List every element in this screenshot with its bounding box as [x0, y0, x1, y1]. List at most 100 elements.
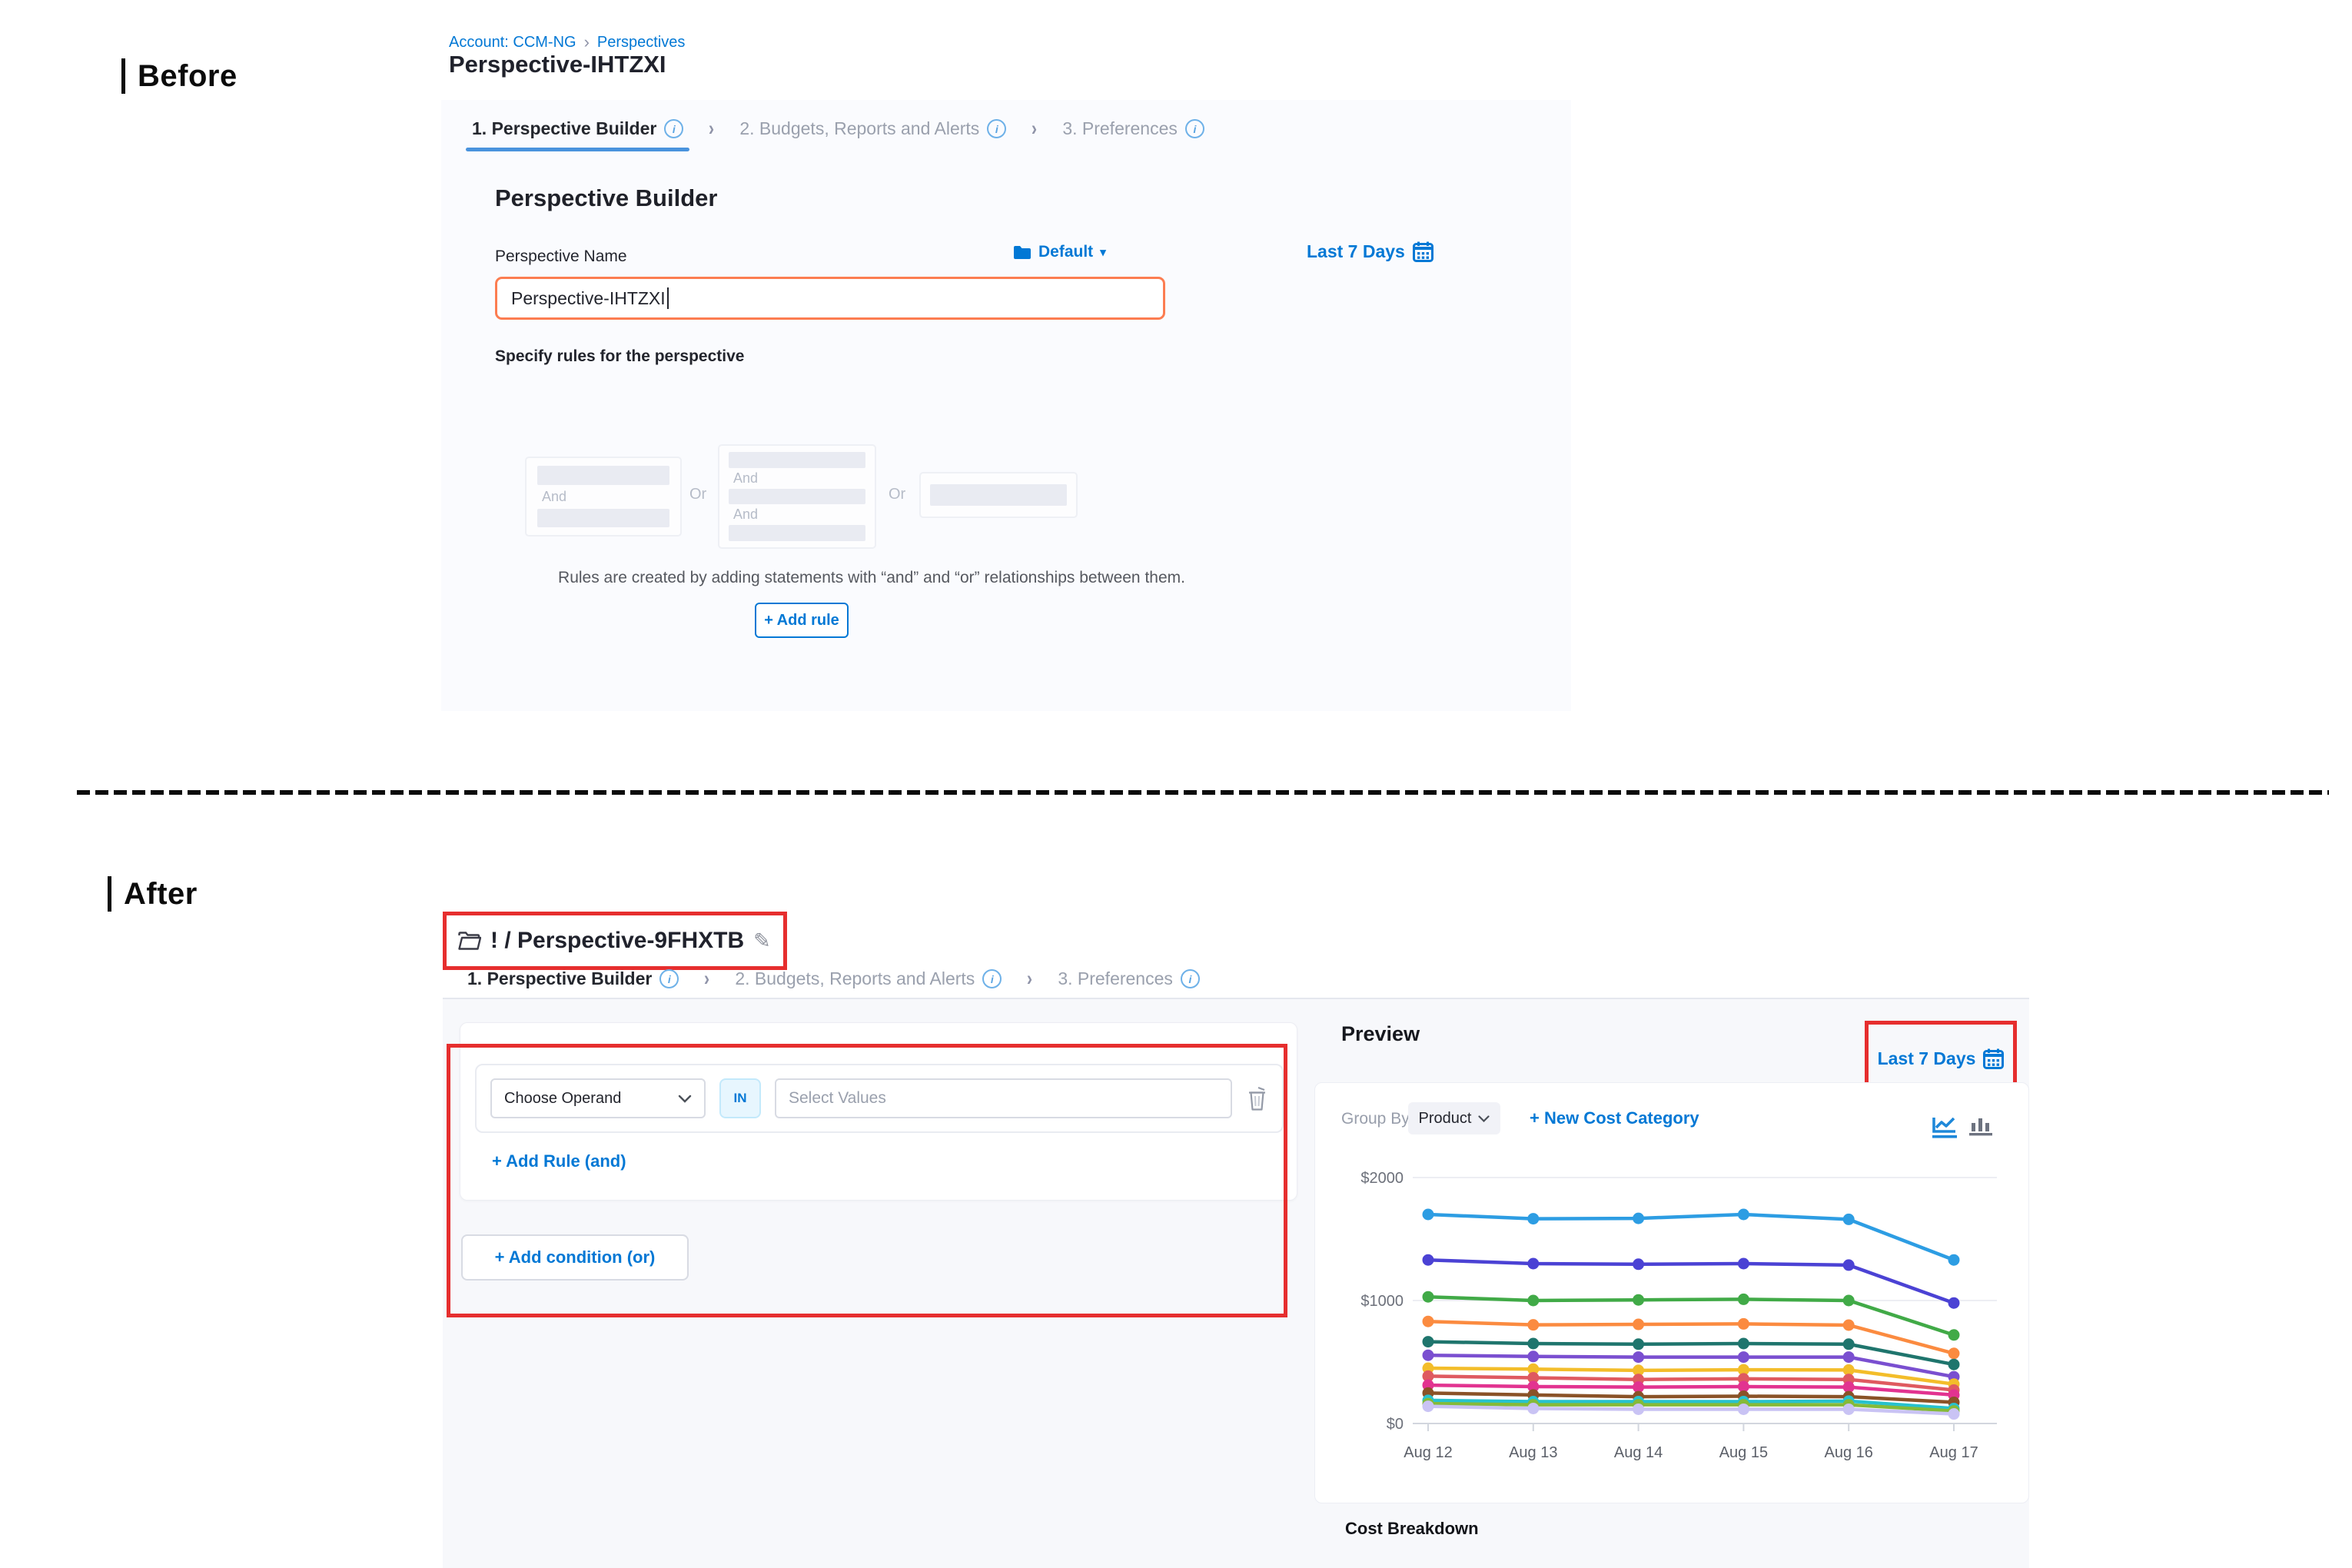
- folder-select[interactable]: Default ▾: [1013, 243, 1106, 261]
- or-label: Or: [889, 486, 905, 503]
- group-by-select[interactable]: Product: [1408, 1102, 1500, 1134]
- and-label: And: [729, 507, 865, 523]
- svg-text:$0: $0: [1387, 1416, 1404, 1433]
- calendar-icon: [1413, 241, 1433, 262]
- tab-label: 1. Perspective Builder: [472, 118, 656, 139]
- after-page-title: ! / Perspective-9FHXTB: [490, 928, 744, 954]
- date-range-value: Last 7 Days: [1878, 1048, 1976, 1069]
- add-rule-and-link[interactable]: + Add Rule (and): [492, 1151, 626, 1171]
- tab-label: 2. Budgets, Reports and Alerts: [735, 968, 975, 989]
- tab-budgets-reports-alerts[interactable]: 2. Budgets, Reports and Alerts i: [735, 968, 1002, 989]
- group-by-label: Group By: [1341, 1110, 1410, 1128]
- operand-select-value: Choose Operand: [504, 1090, 621, 1108]
- tab-label: 3. Preferences: [1058, 968, 1173, 989]
- specify-rules-label: Specify rules for the perspective: [495, 347, 744, 366]
- before-label-text: Before: [138, 59, 238, 94]
- before-after-divider: [77, 790, 2329, 795]
- add-condition-or-button[interactable]: + Add condition (or): [461, 1234, 689, 1281]
- new-cost-category-link[interactable]: + New Cost Category: [1530, 1108, 1699, 1128]
- preview-heading: Preview: [1341, 1022, 1420, 1046]
- svg-text:$2000: $2000: [1360, 1170, 1404, 1187]
- tab-budgets-reports-alerts[interactable]: 2. Budgets, Reports and Alerts i: [739, 118, 1006, 139]
- skeleton-bar: [537, 466, 669, 485]
- date-range-picker[interactable]: Last 7 Days: [1878, 1048, 2005, 1069]
- or-label: Or: [689, 486, 706, 503]
- skeleton-bar: [537, 509, 669, 528]
- after-section-label: After: [108, 876, 198, 912]
- skeleton-bar: [930, 484, 1067, 506]
- tab-label: 2. Budgets, Reports and Alerts: [739, 118, 979, 139]
- folder-icon: [1013, 245, 1031, 260]
- skeleton-bar: [729, 452, 865, 468]
- group-by-value: Product: [1419, 1110, 1472, 1128]
- folder-select-value: Default: [1038, 243, 1093, 261]
- breadcrumb-chevron-icon: ›: [584, 32, 590, 52]
- calendar-icon: [1983, 1048, 2004, 1069]
- perspective-name-input[interactable]: Perspective-IHTZXI: [495, 277, 1165, 320]
- bar-chart-icon: [1968, 1115, 1994, 1139]
- breadcrumb-perspectives-link[interactable]: Perspectives: [597, 34, 686, 51]
- rule-row: Choose Operand IN: [475, 1064, 1284, 1133]
- text-cursor: [667, 287, 669, 309]
- delete-rule-button[interactable]: [1246, 1086, 1268, 1111]
- after-title-annotation-box: ! / Perspective-9FHXTB ✎: [443, 912, 787, 970]
- rules-skeleton-box: And And: [718, 444, 876, 549]
- tab-label: 1. Perspective Builder: [467, 968, 652, 989]
- info-icon: i: [982, 969, 1002, 988]
- tab-perspective-builder[interactable]: 1. Perspective Builder i: [467, 968, 679, 989]
- preview-line-chart: $0$1000$2000Aug 12Aug 13Aug 14Aug 15Aug …: [1330, 1151, 2006, 1474]
- after-label-text: After: [124, 877, 198, 912]
- breadcrumb: Account: CCM-NG › Perspectives: [449, 32, 685, 52]
- after-tab-bar: 1. Perspective Builder i › 2. Budgets, R…: [467, 967, 1200, 991]
- skeleton-bar: [729, 489, 865, 505]
- tab-preferences[interactable]: 3. Preferences i: [1062, 118, 1204, 139]
- tab-label: 3. Preferences: [1062, 118, 1178, 139]
- svg-text:Aug 16: Aug 16: [1825, 1444, 1873, 1461]
- and-label: And: [729, 470, 865, 487]
- line-chart-toggle[interactable]: [1931, 1115, 1958, 1143]
- tab-preferences[interactable]: 3. Preferences i: [1058, 968, 1200, 989]
- and-label: And: [537, 489, 669, 505]
- svg-text:Aug 13: Aug 13: [1509, 1444, 1557, 1461]
- svg-text:$1000: $1000: [1360, 1293, 1404, 1310]
- trash-icon: [1246, 1086, 1268, 1111]
- svg-text:Aug 14: Aug 14: [1614, 1444, 1663, 1461]
- rules-skeleton-box: [919, 472, 1078, 518]
- cost-breakdown-heading: Cost Breakdown: [1345, 1519, 1479, 1539]
- chevron-down-icon: ▾: [1100, 245, 1106, 259]
- perspective-name-label: Perspective Name: [495, 247, 627, 266]
- rules-skeleton-box: And: [525, 457, 682, 537]
- tab-perspective-builder[interactable]: 1. Perspective Builder i: [472, 118, 683, 139]
- tab-chevron-icon: ›: [704, 967, 709, 991]
- before-section-label: Before: [121, 58, 238, 94]
- svg-text:Aug 12: Aug 12: [1404, 1444, 1452, 1461]
- label-bar: [121, 58, 125, 94]
- date-range-value: Last 7 Days: [1307, 241, 1405, 262]
- perspective-name-value: Perspective-IHTZXI: [511, 288, 666, 309]
- before-page-title: Perspective-IHTZXI: [449, 51, 666, 78]
- active-tab-underline: [466, 148, 689, 151]
- breadcrumb-account-link[interactable]: Account: CCM-NG: [449, 34, 576, 51]
- before-tab-bar: 1. Perspective Builder i › 2. Budgets, R…: [472, 117, 1204, 141]
- folder-icon: [457, 931, 481, 951]
- label-bar: [108, 876, 111, 912]
- info-icon: i: [1185, 119, 1204, 138]
- info-icon: i: [987, 119, 1006, 138]
- tab-chevron-icon: ›: [1027, 967, 1032, 991]
- edit-pencil-icon[interactable]: ✎: [753, 929, 771, 953]
- chevron-down-icon: [678, 1095, 692, 1103]
- line-chart-icon: [1931, 1115, 1958, 1139]
- tab-chevron-icon: ›: [1031, 117, 1037, 141]
- operator-in-button[interactable]: IN: [719, 1078, 761, 1118]
- bar-chart-toggle[interactable]: [1968, 1115, 1994, 1143]
- chevron-down-icon: [1478, 1115, 1490, 1122]
- add-rule-button[interactable]: + Add rule: [755, 603, 849, 638]
- tab-chevron-icon: ›: [709, 117, 714, 141]
- select-values-input[interactable]: [775, 1078, 1232, 1118]
- rules-help-text: Rules are created by adding statements w…: [503, 569, 1241, 587]
- operand-select[interactable]: Choose Operand: [490, 1078, 706, 1118]
- info-icon: i: [1181, 969, 1200, 988]
- perspective-builder-heading: Perspective Builder: [495, 184, 717, 212]
- info-icon: i: [664, 119, 683, 138]
- date-range-picker[interactable]: Last 7 Days: [1307, 241, 1433, 262]
